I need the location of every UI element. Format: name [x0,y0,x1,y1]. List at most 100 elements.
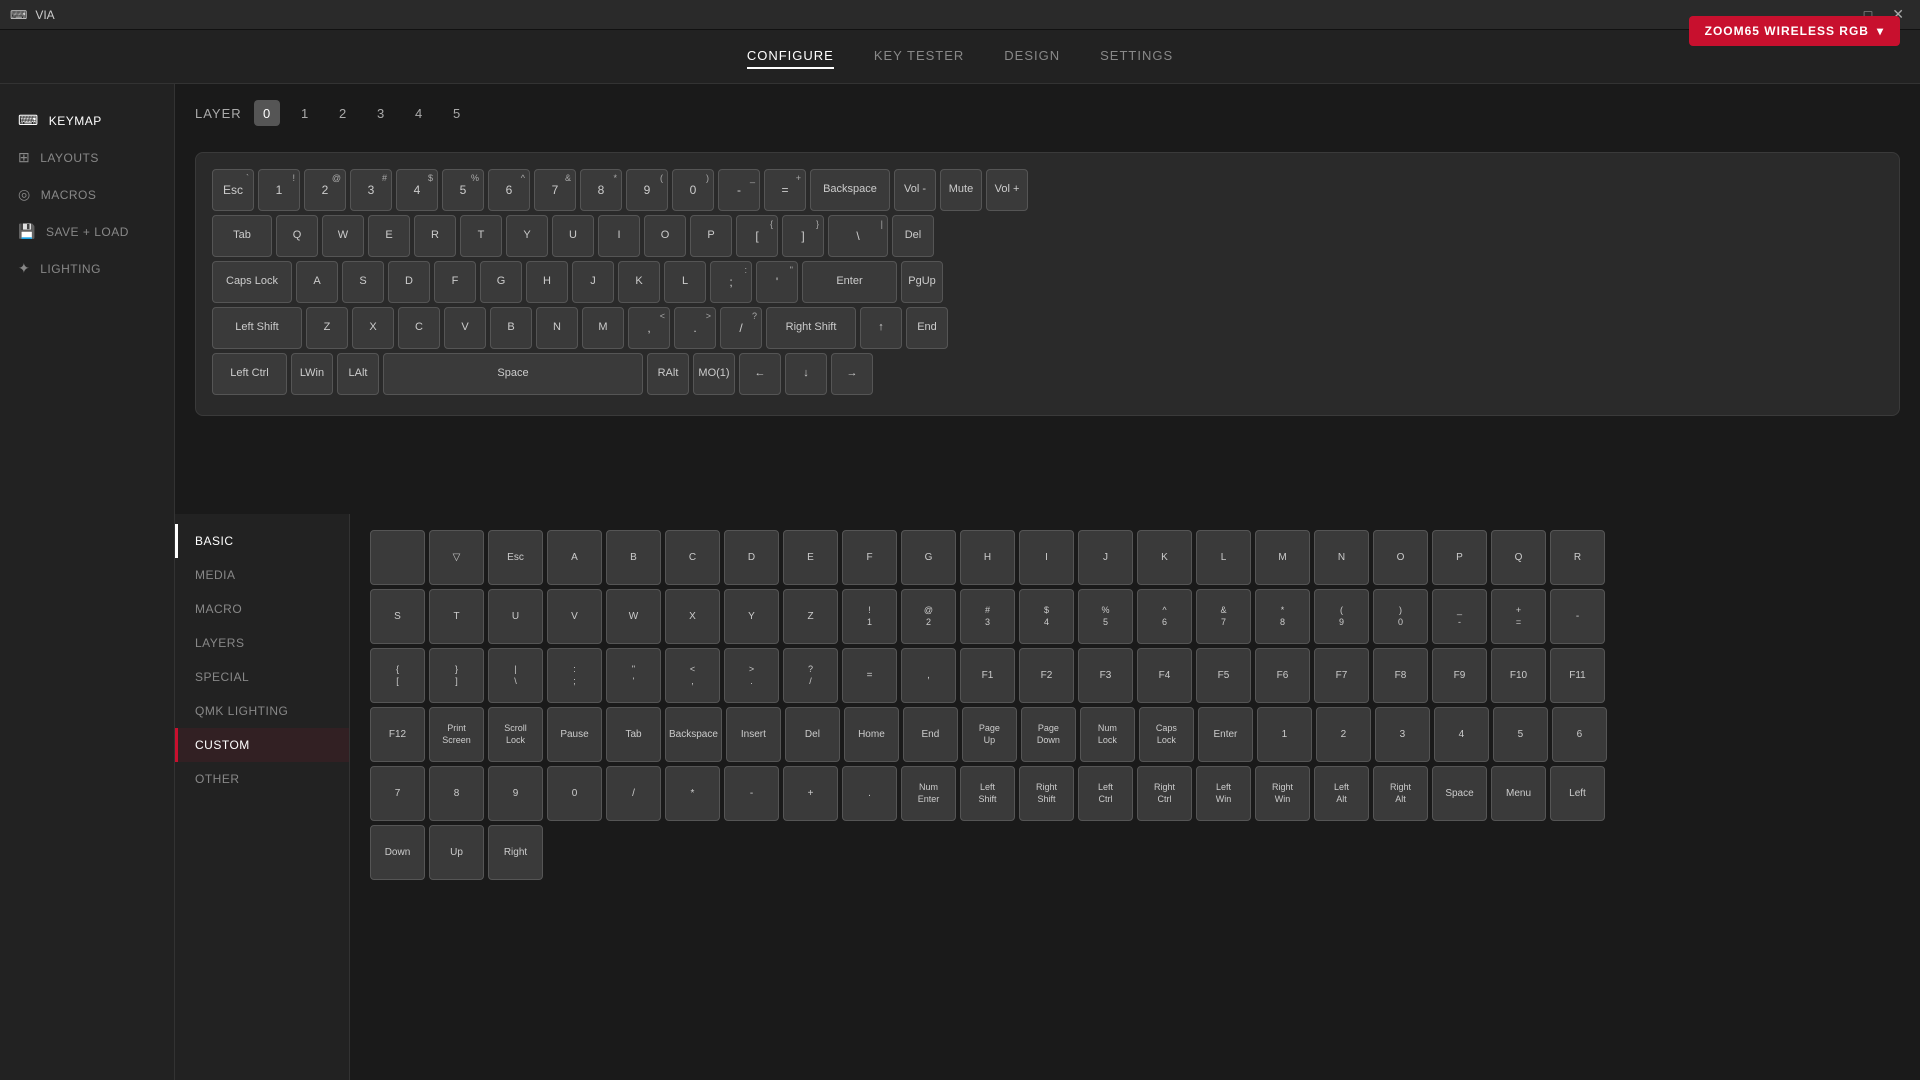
pkey-eq[interactable]: = [842,648,897,703]
pkey-num-0[interactable]: 0 [547,766,602,821]
key-slash[interactable]: ?/ [720,307,762,349]
key-a[interactable]: A [296,261,338,303]
pkey-pause[interactable]: Pause [547,707,602,762]
key-k[interactable]: K [618,261,660,303]
key-4[interactable]: $4 [396,169,438,211]
key-p[interactable]: P [690,215,732,257]
pkey-under-minus[interactable]: _- [1432,589,1487,644]
pkey-f4[interactable]: F4 [1137,648,1192,703]
pkey-f10[interactable]: F10 [1491,648,1546,703]
pkey-trns[interactable]: ▽ [429,530,484,585]
pkey-rparen-0[interactable]: )0 [1373,589,1428,644]
pkey-f11[interactable]: F11 [1550,648,1605,703]
pkey-num-4[interactable]: 4 [1434,707,1489,762]
layer-btn-0[interactable]: 0 [254,100,280,126]
pkey-f[interactable]: F [842,530,897,585]
layer-btn-1[interactable]: 1 [292,100,318,126]
key-left[interactable]: ← [739,353,781,395]
pkey-num-star[interactable]: * [665,766,720,821]
key-left-ctrl[interactable]: Left Ctrl [212,353,287,395]
key-equals[interactable]: += [764,169,806,211]
pkey-menu[interactable]: Menu [1491,766,1546,821]
pkey-rbrace-rbracket[interactable]: }] [429,648,484,703]
pkey-scroll-lock[interactable]: ScrollLock [488,707,543,762]
pkey-up-arrow[interactable]: Up [429,825,484,880]
pkey-print-screen[interactable]: PrintScreen [429,707,484,762]
key-r[interactable]: R [414,215,456,257]
layer-btn-4[interactable]: 4 [406,100,432,126]
key-minus[interactable]: _- [718,169,760,211]
pkey-e[interactable]: E [783,530,838,585]
pkey-n[interactable]: N [1314,530,1369,585]
pkey-d[interactable]: D [724,530,779,585]
key-right-shift[interactable]: Right Shift [766,307,856,349]
key-8[interactable]: *8 [580,169,622,211]
pkey-right-alt[interactable]: RightAlt [1373,766,1428,821]
pkey-f2[interactable]: F2 [1019,648,1074,703]
key-lbracket[interactable]: {[ [736,215,778,257]
key-h[interactable]: H [526,261,568,303]
key-n[interactable]: N [536,307,578,349]
key-mute[interactable]: Mute [940,169,982,211]
key-pgup[interactable]: PgUp [901,261,943,303]
key-m[interactable]: M [582,307,624,349]
key-right[interactable]: → [831,353,873,395]
sidebar-item-layouts[interactable]: ⊞ LAYOUTS [0,141,174,174]
key-f[interactable]: F [434,261,476,303]
pkey-s[interactable]: S [370,589,425,644]
nav-configure[interactable]: CONFIGURE [747,44,834,69]
pkey-left-arrow[interactable]: Left [1550,766,1605,821]
key-s[interactable]: S [342,261,384,303]
pkey-z[interactable]: Z [783,589,838,644]
key-rbracket[interactable]: }] [782,215,824,257]
key-b[interactable]: B [490,307,532,349]
pkey-excl-1[interactable]: !1 [842,589,897,644]
key-6[interactable]: ^6 [488,169,530,211]
key-period[interactable]: >. [674,307,716,349]
pkey-pipe-backslash[interactable]: |\ [488,648,543,703]
key-y[interactable]: Y [506,215,548,257]
layer-btn-2[interactable]: 2 [330,100,356,126]
pkey-amp-7[interactable]: &7 [1196,589,1251,644]
pkey-o[interactable]: O [1373,530,1428,585]
key-backslash[interactable]: |\ [828,215,888,257]
pkey-num-8[interactable]: 8 [429,766,484,821]
key-z[interactable]: Z [306,307,348,349]
pkey-r[interactable]: R [1550,530,1605,585]
key-i[interactable]: I [598,215,640,257]
pkey-f5[interactable]: F5 [1196,648,1251,703]
pkey-num-lock[interactable]: NumLock [1080,707,1135,762]
pkey-h[interactable]: H [960,530,1015,585]
pkey-page-down[interactable]: PageDown [1021,707,1076,762]
key-vol-plus[interactable]: Vol + [986,169,1028,211]
key-q[interactable]: Q [276,215,318,257]
key-lalt[interactable]: LAlt [337,353,379,395]
pkey-dollar-4[interactable]: $4 [1019,589,1074,644]
cat-layers[interactable]: LAYERS [175,626,349,660]
cat-media[interactable]: MEDIA [175,558,349,592]
pkey-num-9[interactable]: 9 [488,766,543,821]
pkey-right-win[interactable]: RightWin [1255,766,1310,821]
pkey-right-ctrl[interactable]: RightCtrl [1137,766,1192,821]
pkey-num-dot[interactable]: . [842,766,897,821]
pkey-question-slash[interactable]: ?/ [783,648,838,703]
key-lwin[interactable]: LWin [291,353,333,395]
sidebar-item-keymap[interactable]: ⌨ KEYMAP [0,104,174,137]
key-7[interactable]: &7 [534,169,576,211]
pkey-num-enter[interactable]: NumEnter [901,766,956,821]
key-v[interactable]: V [444,307,486,349]
pkey-p[interactable]: P [1432,530,1487,585]
pkey-left-ctrl[interactable]: LeftCtrl [1078,766,1133,821]
key-left-shift[interactable]: Left Shift [212,307,302,349]
pkey-caret-6[interactable]: ^6 [1137,589,1192,644]
pkey-left-alt[interactable]: LeftAlt [1314,766,1369,821]
key-d[interactable]: D [388,261,430,303]
pkey-l[interactable]: L [1196,530,1251,585]
key-enter[interactable]: Enter [802,261,897,303]
pkey-b[interactable]: B [606,530,661,585]
key-end[interactable]: End [906,307,948,349]
key-u[interactable]: U [552,215,594,257]
pkey-v[interactable]: V [547,589,602,644]
pkey-t[interactable]: T [429,589,484,644]
pkey-num-3[interactable]: 3 [1375,707,1430,762]
